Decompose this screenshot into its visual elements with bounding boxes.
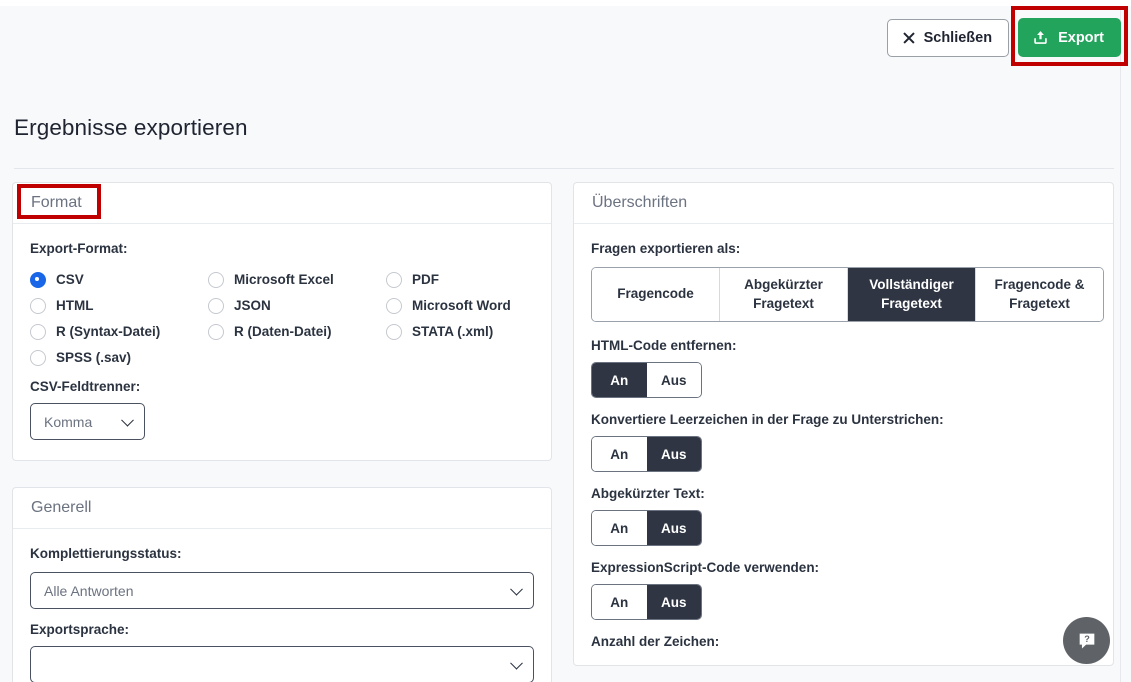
toggle-label: ExpressionScript-Code verwenden:: [591, 560, 820, 575]
toggle-label: HTML-Code entfernen:: [591, 338, 737, 353]
toggle-group-abgekuerzter-text: Abgekürzter Text: An Aus: [591, 486, 1096, 546]
help-chat-button[interactable]: ?: [1063, 617, 1110, 664]
segment-fragencode[interactable]: Fragencode: [592, 268, 720, 321]
close-button-label: Schließen: [923, 29, 993, 46]
toggle-abgekuerzter-text: An Aus: [591, 510, 702, 546]
radio-dot-icon: [208, 271, 224, 288]
questions-export-as-segmented: Fragencode Abgekürzter Fragetext Vollstä…: [591, 267, 1104, 322]
radio-label: PDF: [412, 272, 439, 287]
toggle-option-aus[interactable]: Aus: [646, 511, 701, 545]
export-button-label: Export: [1058, 29, 1104, 46]
radio-label: R (Daten-Datei): [234, 324, 332, 339]
chevron-down-icon: [510, 582, 523, 596]
export-format-label: Export-Format:: [30, 241, 128, 256]
toggle-option-an[interactable]: An: [592, 511, 647, 545]
toggle-option-aus[interactable]: Aus: [646, 437, 701, 471]
toggle-option-an[interactable]: An: [592, 437, 647, 471]
chevron-down-icon: [121, 413, 134, 427]
char-count-label: Anzahl der Zeichen:: [591, 634, 720, 649]
radio-dot-icon: [30, 297, 46, 314]
left-column: Format Export-Format: CSV Microsoft Exce…: [12, 182, 552, 682]
format-card: Format Export-Format: CSV Microsoft Exce…: [12, 182, 552, 461]
radio-label: R (Syntax-Datei): [56, 324, 161, 339]
header-action-bar: Schließen Export: [0, 6, 1131, 69]
close-button[interactable]: Schließen: [886, 18, 1010, 57]
format-card-header: Format: [13, 183, 551, 224]
radio-dot-icon: [30, 349, 46, 366]
radio-csv[interactable]: CSV: [30, 267, 208, 292]
completion-status-value: Alle Antworten: [44, 582, 134, 599]
questions-export-as-label: Fragen exportieren als:: [591, 241, 741, 256]
radio-pdf[interactable]: PDF: [386, 267, 546, 292]
completion-status-label: Komplettierungsstatus:: [30, 546, 182, 561]
radio-label: HTML: [56, 298, 94, 313]
general-card-body: Komplettierungsstatus: Alle Antworten Ex…: [13, 529, 551, 682]
export-format-radio-group: CSV Microsoft Excel PDF HTML JSON Micros…: [30, 267, 534, 370]
segment-fragencode-und-fragetext[interactable]: Fragencode & Fragetext: [976, 268, 1103, 321]
headings-card: Überschriften Fragen exportieren als: Fr…: [573, 182, 1114, 666]
format-card-body: Export-Format: CSV Microsoft Excel PDF H…: [13, 224, 551, 460]
toggle-label: Konvertiere Leerzeichen in der Frage zu …: [591, 412, 944, 427]
help-chat-icon: ?: [1076, 630, 1098, 652]
toggle-group-leerzeichen-unterstrichen: Konvertiere Leerzeichen in der Frage zu …: [591, 412, 1096, 472]
svg-text:?: ?: [1084, 634, 1090, 644]
toggle-option-an[interactable]: An: [592, 363, 647, 397]
format-card-title: Format: [31, 194, 82, 211]
csv-separator-select[interactable]: Komma: [30, 403, 145, 440]
toggle-group-html-code-entfernen: HTML-Code entfernen: An Aus: [591, 338, 1096, 398]
upload-icon: [1032, 29, 1049, 46]
toggle-option-aus[interactable]: Aus: [646, 585, 701, 619]
radio-label: SPSS (.sav): [56, 350, 132, 365]
headings-card-header: Überschriften: [574, 183, 1113, 224]
radio-dot-icon: [30, 271, 46, 288]
toggle-leerzeichen-unterstrichen: An Aus: [591, 436, 702, 472]
radio-json[interactable]: JSON: [208, 293, 386, 318]
general-card-header: Generell: [13, 488, 551, 529]
csv-separator-label: CSV-Feldtrenner:: [30, 379, 141, 394]
radio-r-syntax-datei[interactable]: R (Syntax-Datei): [30, 319, 208, 344]
headings-card-title: Überschriften: [592, 194, 688, 211]
radio-label: Microsoft Excel: [234, 272, 334, 287]
headings-card-body: Fragen exportieren als: Fragencode Abgek…: [574, 224, 1113, 665]
radio-dot-icon: [386, 323, 402, 340]
export-results-page: Schließen Export Ergebnisse exportieren …: [0, 0, 1131, 682]
toggle-option-an[interactable]: An: [592, 585, 647, 619]
toggle-option-aus[interactable]: Aus: [646, 363, 701, 397]
general-card: Generell Komplettierungsstatus: Alle Ant…: [12, 487, 552, 682]
radio-dot-icon: [386, 271, 402, 288]
segment-vollstaendiger-fragetext[interactable]: Vollständiger Fragetext: [848, 268, 976, 321]
toggle-expressionscript-code: An Aus: [591, 584, 702, 620]
radio-r-daten-datei[interactable]: R (Daten-Datei): [208, 319, 386, 344]
general-card-title: Generell: [31, 499, 92, 516]
chevron-down-icon: [510, 656, 523, 670]
title-divider: [14, 168, 1114, 169]
radio-label: STATA (.xml): [412, 324, 494, 339]
radio-html[interactable]: HTML: [30, 293, 208, 318]
export-button[interactable]: Export: [1018, 18, 1121, 57]
export-language-select[interactable]: [30, 646, 534, 682]
radio-dot-icon: [386, 297, 402, 314]
radio-label: Microsoft Word: [412, 298, 511, 313]
panel-right-edge: [1120, 6, 1121, 682]
radio-microsoft-excel[interactable]: Microsoft Excel: [208, 267, 386, 292]
radio-dot-icon: [30, 323, 46, 340]
toggle-group-expressionscript-code: ExpressionScript-Code verwenden: An Aus: [591, 560, 1096, 620]
csv-separator-value: Komma: [44, 413, 93, 430]
export-language-label: Exportsprache:: [30, 622, 130, 637]
radio-spss-sav[interactable]: SPSS (.sav): [30, 345, 208, 370]
radio-label: JSON: [234, 298, 271, 313]
toggle-html-code-entfernen: An Aus: [591, 362, 702, 398]
radio-label: CSV: [56, 272, 84, 287]
radio-dot-icon: [208, 323, 224, 340]
segment-abgekuerzter-fragetext[interactable]: Abgekürzter Fragetext: [720, 268, 848, 321]
radio-stata-xml[interactable]: STATA (.xml): [386, 319, 546, 344]
toggle-label: Abgekürzter Text:: [591, 486, 705, 501]
completion-status-select[interactable]: Alle Antworten: [30, 572, 534, 609]
radio-dot-icon: [208, 297, 224, 314]
right-column: Überschriften Fragen exportieren als: Fr…: [573, 182, 1114, 666]
page-title: Ergebnisse exportieren: [14, 115, 248, 140]
close-x-icon: [902, 31, 915, 44]
radio-microsoft-word[interactable]: Microsoft Word: [386, 293, 546, 318]
